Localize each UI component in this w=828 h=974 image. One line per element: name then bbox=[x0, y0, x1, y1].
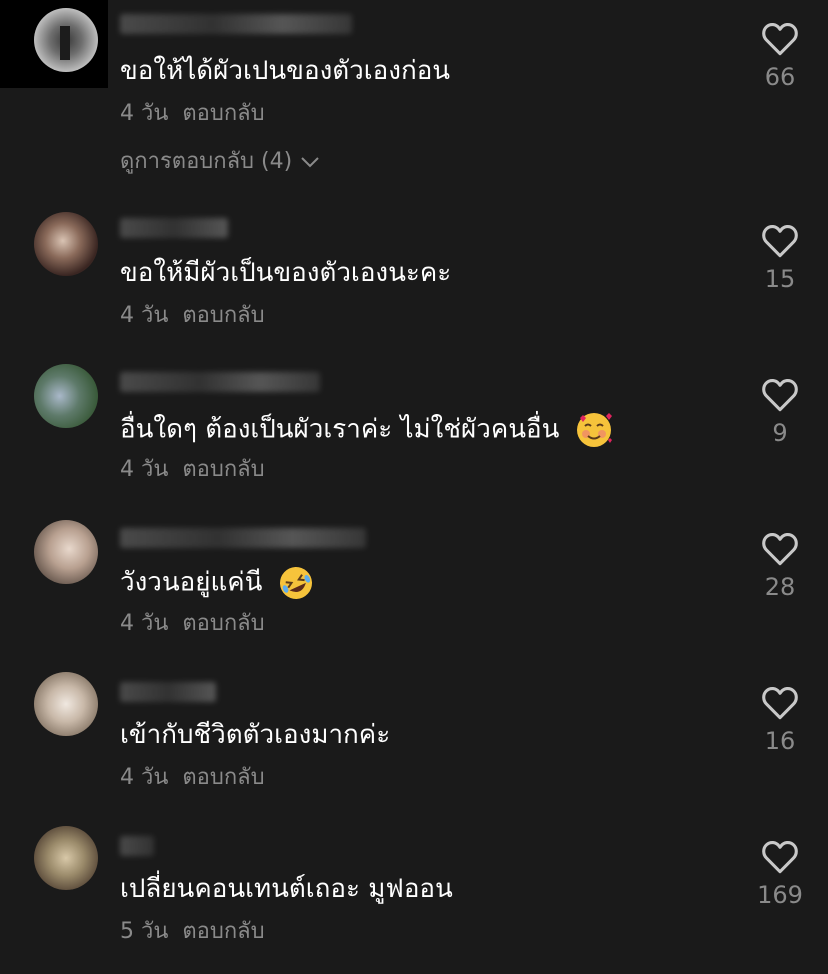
comment-text: อื่นใดๆ ต้องเป็นผัวเราค่ะ ไม่ใช่ผัวคนอื่… bbox=[120, 410, 614, 450]
like-button[interactable]: 66 bbox=[740, 22, 820, 92]
comment-time: 4 วัน bbox=[120, 303, 169, 328]
comment-text: เปลี่ยนคอนเทนต์เถอะ มูฟออน bbox=[120, 874, 453, 904]
heart-icon bbox=[762, 23, 798, 56]
comment-text-content: อื่นใดๆ ต้องเป็นผัวเราค่ะ ไม่ใช่ผัวคนอื่… bbox=[120, 414, 560, 445]
username-blurred[interactable] bbox=[120, 682, 216, 702]
comment-meta: 4 วัน ตอบกลับ bbox=[120, 100, 265, 128]
comment-item: ขอให้ได้ผัวเปนของตัวเองก่อน 4 วัน ตอบกลับ… bbox=[0, 0, 828, 174]
username-blurred[interactable] bbox=[120, 218, 228, 238]
username-blurred[interactable] bbox=[120, 372, 320, 392]
comment-item: เข้ากับชีวิตตัวเองมากค่ะ 4 วัน ตอบกลับ 16 bbox=[0, 670, 828, 820]
view-replies-label: ดูการตอบกลับ (4) bbox=[120, 149, 293, 174]
comment-time: 4 วัน bbox=[120, 765, 169, 790]
smiling-face-with-hearts-icon bbox=[576, 413, 612, 447]
reply-button[interactable]: ตอบกลับ bbox=[182, 765, 264, 790]
like-count: 9 bbox=[772, 419, 788, 447]
comment-time: 4 วัน bbox=[120, 101, 169, 126]
chevron-down-icon bbox=[301, 157, 319, 168]
heart-icon bbox=[762, 533, 798, 566]
view-replies-button[interactable]: ดูการตอบกลับ (4) bbox=[120, 148, 320, 176]
comment-meta: 5 วัน ตอบกลับ bbox=[120, 918, 265, 946]
heart-icon bbox=[762, 379, 798, 412]
heart-icon bbox=[762, 687, 798, 720]
like-button[interactable]: 15 bbox=[740, 224, 820, 294]
reply-button[interactable]: ตอบกลับ bbox=[182, 611, 264, 636]
reply-button[interactable]: ตอบกลับ bbox=[182, 101, 264, 126]
avatar[interactable] bbox=[34, 364, 98, 428]
comment-time: 4 วัน bbox=[120, 611, 169, 636]
reply-button[interactable]: ตอบกลับ bbox=[182, 457, 264, 482]
avatar[interactable] bbox=[34, 8, 98, 72]
like-count: 28 bbox=[764, 573, 796, 601]
comment-meta: 4 วัน ตอบกลับ bbox=[120, 456, 265, 484]
comment-text: ขอให้ได้ผัวเปนของตัวเองก่อน bbox=[120, 56, 451, 86]
comment-item: วังวนอยู่แค่นี 4 วัน ตอบกลับ 28 bbox=[0, 516, 828, 666]
comment-text-content: วังวนอยู่แค่นี bbox=[120, 567, 263, 598]
reply-button[interactable]: ตอบกลับ bbox=[182, 303, 264, 328]
like-count: 169 bbox=[757, 881, 803, 909]
like-button[interactable]: 169 bbox=[740, 840, 820, 910]
comment-text: วังวนอยู่แค่นี bbox=[120, 564, 315, 602]
reply-button[interactable]: ตอบกลับ bbox=[182, 919, 264, 944]
avatar[interactable] bbox=[34, 672, 98, 736]
username-blurred[interactable] bbox=[120, 528, 366, 548]
avatar[interactable] bbox=[34, 520, 98, 584]
like-count: 15 bbox=[764, 265, 796, 293]
heart-icon bbox=[762, 225, 798, 258]
username-blurred[interactable] bbox=[120, 14, 352, 34]
like-count: 16 bbox=[764, 727, 796, 755]
like-button[interactable]: 9 bbox=[740, 378, 820, 448]
comment-item: ขอให้มีผัวเป็นของตัวเองนะคะ 4 วัน ตอบกลับ… bbox=[0, 204, 828, 354]
comment-text: ขอให้มีผัวเป็นของตัวเองนะคะ bbox=[120, 258, 452, 288]
rolling-on-floor-laughing-icon bbox=[279, 567, 312, 599]
comment-time: 4 วัน bbox=[120, 457, 169, 482]
username-blurred[interactable] bbox=[120, 836, 154, 856]
avatar[interactable] bbox=[34, 826, 98, 890]
like-button[interactable]: 16 bbox=[740, 686, 820, 756]
comment-time: 5 วัน bbox=[120, 919, 169, 944]
like-button[interactable]: 28 bbox=[740, 532, 820, 602]
comment-meta: 4 วัน ตอบกลับ bbox=[120, 302, 265, 330]
comment-meta: 4 วัน ตอบกลับ bbox=[120, 610, 265, 638]
comment-meta: 4 วัน ตอบกลับ bbox=[120, 764, 265, 792]
comment-item: อื่นใดๆ ต้องเป็นผัวเราค่ะ ไม่ใช่ผัวคนอื่… bbox=[0, 360, 828, 510]
comment-text: เข้ากับชีวิตตัวเองมากค่ะ bbox=[120, 720, 391, 750]
like-count: 66 bbox=[764, 63, 796, 91]
avatar[interactable] bbox=[34, 212, 98, 276]
heart-icon bbox=[762, 841, 798, 874]
comment-item: เปลี่ยนคอนเทนต์เถอะ มูฟออน 5 วัน ตอบกลับ … bbox=[0, 824, 828, 974]
